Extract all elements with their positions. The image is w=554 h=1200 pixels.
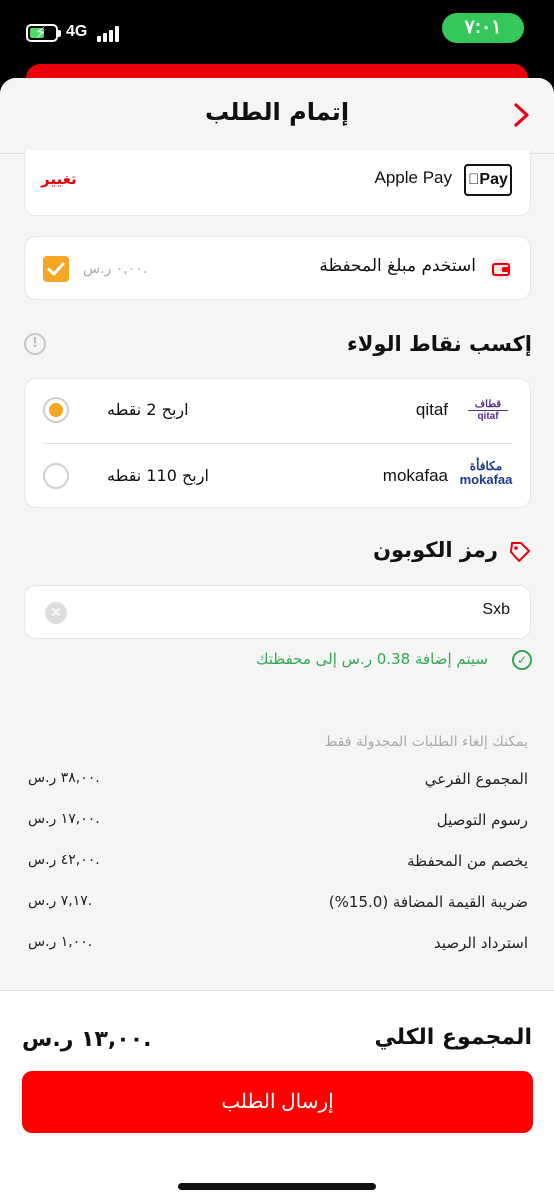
divider <box>43 443 512 444</box>
checkout-sheet: إتمام الطلب Pay Apple Pay تغيير استخدم … <box>0 78 554 1200</box>
coupon-input-card[interactable]: Sxb ✕ <box>24 585 531 639</box>
total-label: المجموع الكلي <box>374 1025 532 1050</box>
mokafaa-logo: مكافأة mokafaa <box>459 459 513 487</box>
loyalty-name: mokafaa <box>382 466 448 485</box>
submit-order-button[interactable]: إرسال الطلب <box>22 1071 533 1133</box>
signal-icon <box>97 26 119 42</box>
summary-row: استرداد الرصيد ١,٠٠ ر.س. <box>28 934 528 952</box>
loyalty-option-mokafaa[interactable]: مكافأة mokafaa mokafaa اربح 110 نقطه <box>25 445 530 509</box>
summary-row: ضريبة القيمة المضافة (15.0%) ٧,١٧ ر.س. <box>28 893 528 911</box>
loyalty-earn: اربح 2 نقطه <box>107 400 189 419</box>
loyalty-name: qitaf <box>415 400 448 419</box>
qitaf-radio[interactable] <box>43 397 69 423</box>
home-indicator[interactable] <box>178 1183 376 1190</box>
payment-method-card: Pay Apple Pay تغيير <box>24 150 531 216</box>
change-payment-link[interactable]: تغيير <box>41 170 77 188</box>
chevron-right-icon[interactable] <box>506 100 536 130</box>
coupon-title: رمز الكوبون <box>373 538 498 562</box>
status-time: ٧:٠١ <box>442 13 524 43</box>
qitaf-logo: قطاف qitaf <box>468 399 508 422</box>
network-type: 4G <box>66 23 88 40</box>
loyalty-earn: اربح 110 نقطه <box>107 466 209 485</box>
wallet-amount: ٠,٠٠ ر.س. <box>83 261 148 277</box>
coupon-input[interactable]: Sxb <box>482 601 510 619</box>
total-value: ١٣,٠٠ ر.س. <box>22 1027 152 1052</box>
summary-row: المجموع الفرعي ٣٨,٠٠ ر.س. <box>28 770 528 788</box>
wallet-label: استخدم مبلغ المحفظة <box>319 256 476 276</box>
coupon-success-message: سيتم إضافة 0.38 ر.س إلى محفظتك <box>256 650 488 668</box>
sheet-header: إتمام الطلب <box>0 78 554 154</box>
battery-charging-icon: ⚡ <box>26 23 61 42</box>
page-title: إتمام الطلب <box>204 98 350 126</box>
checkmark-icon <box>47 262 65 276</box>
payment-method-name: Apple Pay <box>374 168 453 187</box>
mokafaa-radio[interactable] <box>43 463 69 489</box>
wallet-icon <box>490 258 512 280</box>
apple-pay-logo: Pay <box>464 164 512 196</box>
loyalty-card: قطاف qitaf qitaf اربح 2 نقطه مكافأة moka… <box>24 378 531 508</box>
wallet-card[interactable]: استخدم مبلغ المحفظة ٠,٠٠ ر.س. <box>24 236 531 300</box>
cancel-note: يمكنك إلغاء الطلبات المجدولة فقط <box>324 734 528 750</box>
status-bar: ⚡ 4G ٧:٠١ <box>0 0 554 66</box>
summary-row: رسوم التوصيل ١٧,٠٠ ر.س. <box>28 811 528 829</box>
loyalty-title: إكسب نقاط الولاء <box>347 332 532 356</box>
tag-icon <box>510 542 530 562</box>
wallet-checkbox[interactable] <box>43 256 69 282</box>
summary-row: يخصم من المحفظة ٤٢,٠٠ ر.س. <box>28 852 528 870</box>
loyalty-option-qitaf[interactable]: قطاف qitaf qitaf اربح 2 نقطه <box>25 379 530 443</box>
checkout-footer: المجموع الكلي ١٣,٠٠ ر.س. إرسال الطلب <box>0 990 554 1200</box>
check-circle-icon: ✓ <box>512 650 532 670</box>
clear-coupon-button[interactable]: ✕ <box>45 602 67 624</box>
info-icon[interactable]: ! <box>24 333 46 355</box>
